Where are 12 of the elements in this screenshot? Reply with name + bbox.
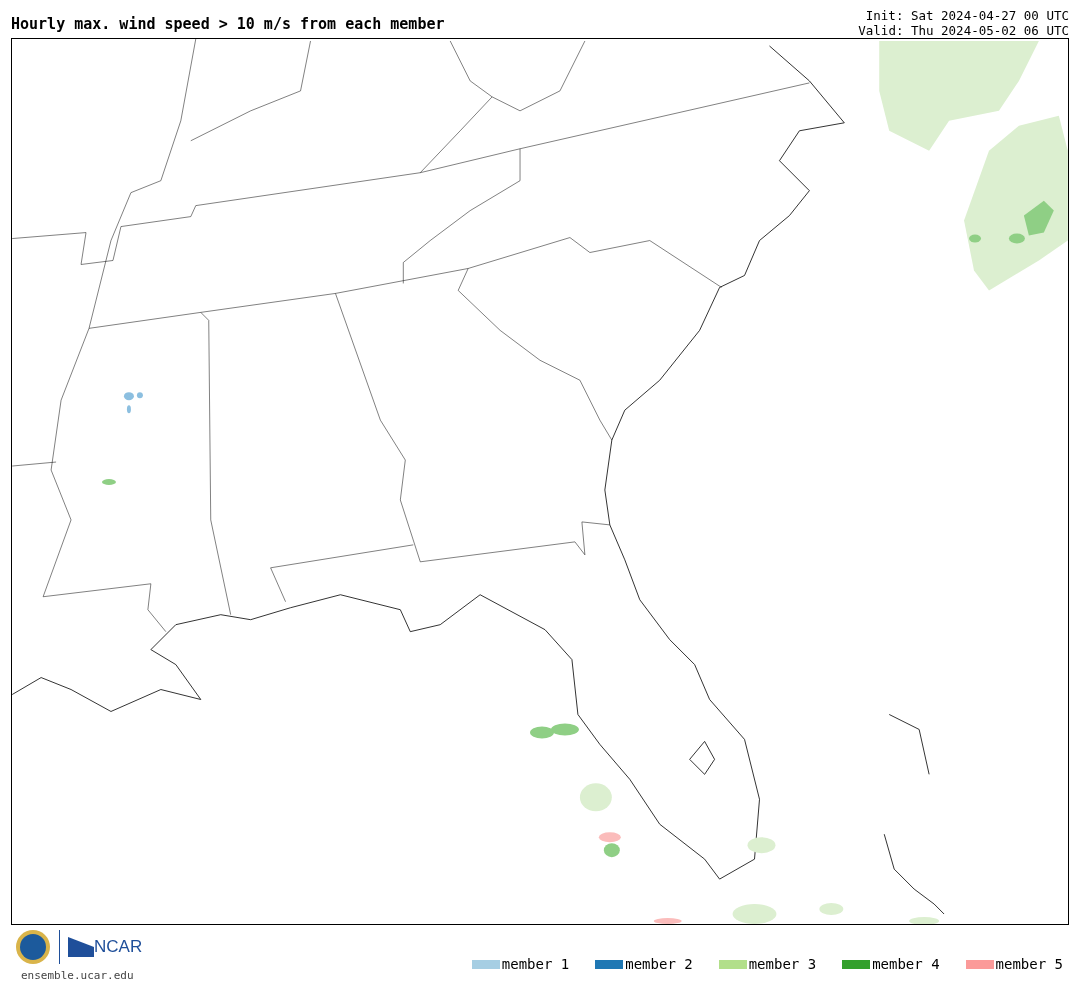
legend-label: member 5	[995, 956, 1063, 972]
legend-label: member 2	[625, 956, 693, 972]
chart-title: Hourly max. wind speed > 10 m/s from each member	[11, 15, 445, 35]
logo-text: NCAR	[94, 937, 143, 957]
init-time: Init: Sat 2024-04-27 00 UTC	[864, 8, 1069, 23]
legend-label: member 4	[872, 956, 940, 972]
legend-label: member 1	[501, 956, 570, 972]
valid-time: Valid: Thu 2024-05-02 06 UTC	[858, 23, 1069, 38]
flag-icon	[68, 937, 94, 957]
website-url: ensemble.ucar.edu	[20, 969, 135, 982]
legend-label: member 3	[748, 956, 817, 972]
emblem-icon	[15, 929, 51, 965]
